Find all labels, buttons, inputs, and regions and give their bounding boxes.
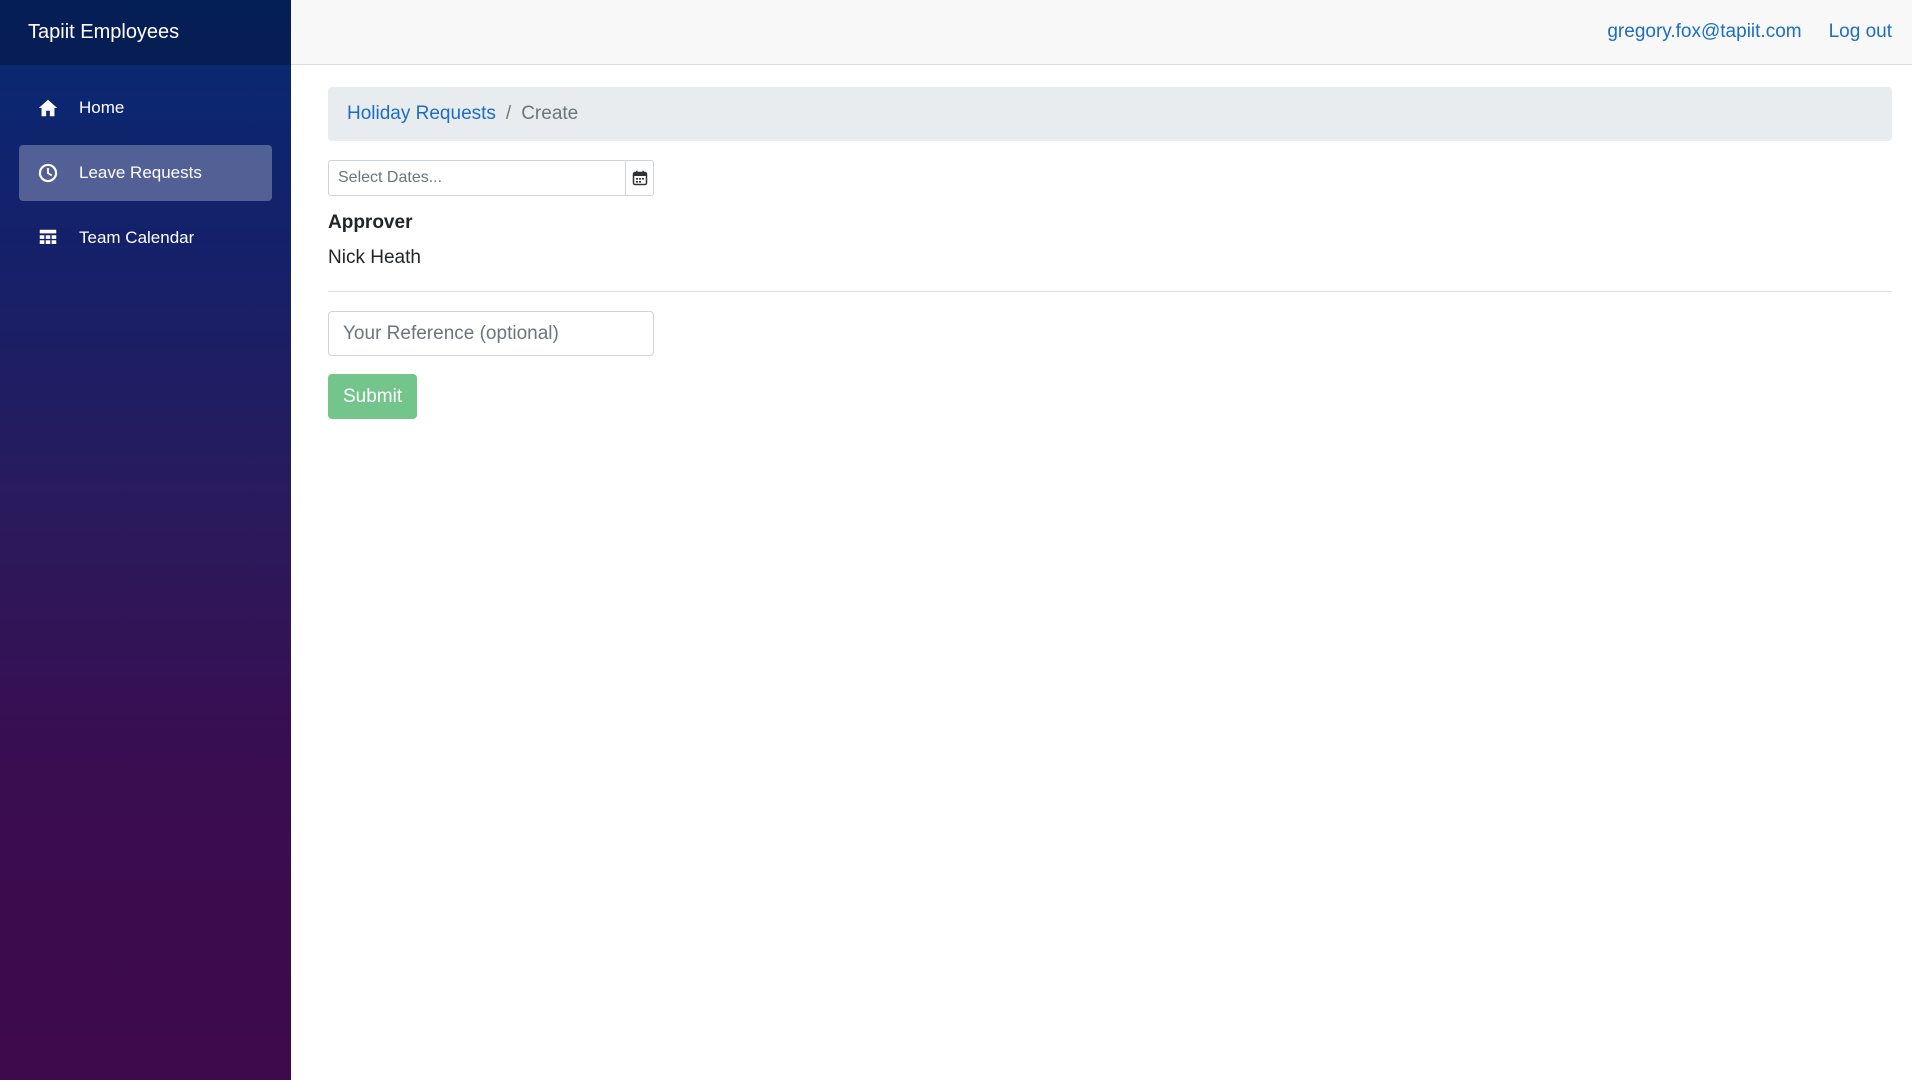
date-range-picker [328, 160, 654, 196]
breadcrumb-current: Create [521, 103, 579, 124]
app-root: Tapiit Employees Home Leave Requests Tea… [0, 0, 1912, 1080]
calendar-icon [632, 170, 647, 186]
date-picker-button[interactable] [625, 160, 654, 196]
select-dates-input[interactable] [328, 160, 625, 196]
logout-link[interactable]: Log out [1829, 21, 1892, 43]
sidebar: Tapiit Employees Home Leave Requests Tea… [0, 0, 291, 1080]
breadcrumb-separator: / [505, 103, 512, 124]
home-icon [37, 97, 59, 119]
sidebar-item-label: Leave Requests [79, 163, 202, 182]
topbar: gregory.fox@tapiit.com Log out [291, 0, 1912, 65]
page-content: Holiday Requests / Create Select Dates..… [291, 65, 1912, 419]
user-email-link[interactable]: gregory.fox@tapiit.com [1607, 21, 1801, 43]
clock-icon [37, 162, 59, 184]
sidebar-nav: Home Leave Requests Team Calendar [0, 65, 291, 275]
calendar-grid-icon [37, 227, 59, 249]
main-area: gregory.fox@tapiit.com Log out Holiday R… [291, 0, 1912, 1080]
sidebar-item-leave-requests[interactable]: Leave Requests [19, 145, 272, 201]
submit-button[interactable]: Submit [328, 374, 418, 419]
sidebar-item-home[interactable]: Home [19, 80, 272, 136]
approver-name: Nick Heath [328, 247, 421, 268]
breadcrumb: Holiday Requests / Create [328, 87, 1892, 141]
sidebar-item-label: Home [79, 98, 125, 117]
reference-input[interactable] [328, 311, 654, 356]
sidebar-item-label: Team Calendar [79, 228, 195, 247]
brand-title[interactable]: Tapiit Employees [0, 0, 291, 65]
divider [328, 291, 1892, 292]
sidebar-item-team-calendar[interactable]: Team Calendar [19, 210, 272, 266]
breadcrumb-holiday-requests-link[interactable]: Holiday Requests [347, 103, 496, 125]
approver-label: Approver [328, 212, 413, 233]
